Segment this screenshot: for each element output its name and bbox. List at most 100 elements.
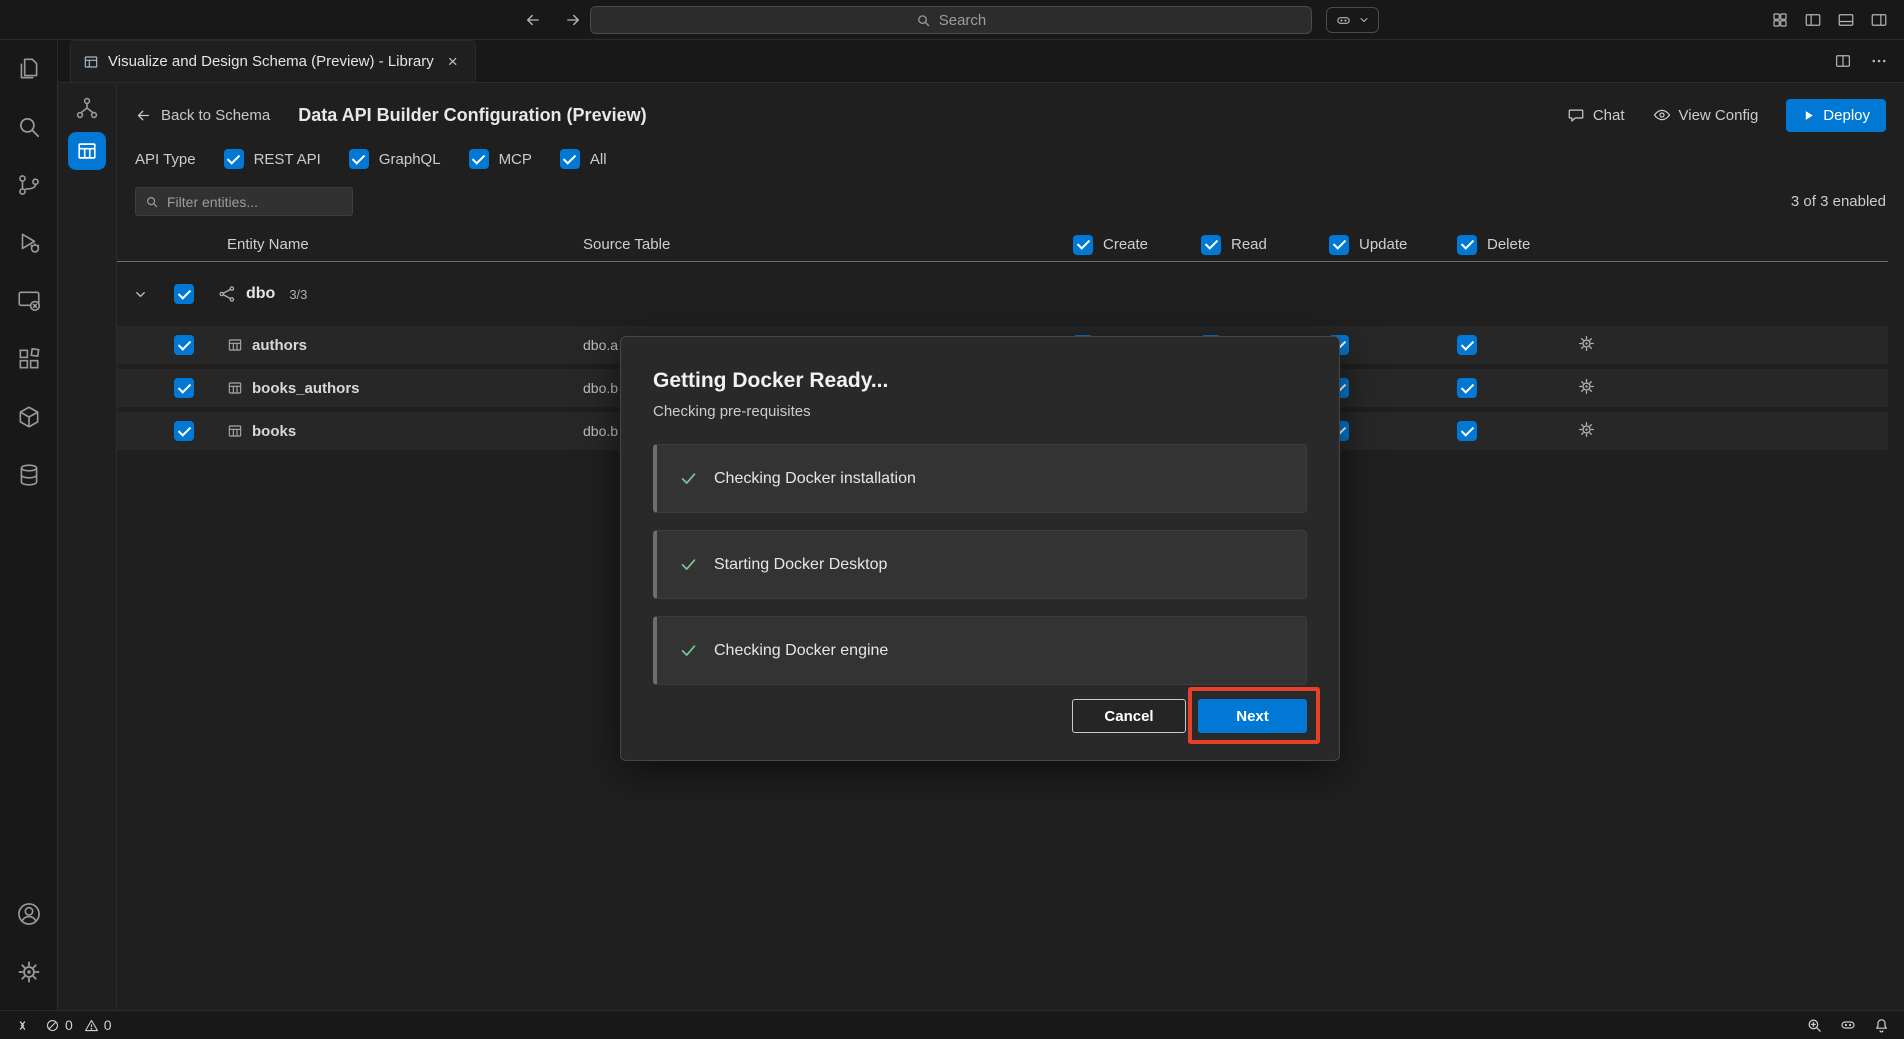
entity-name: books <box>252 423 296 440</box>
explorer-icon[interactable] <box>5 45 53 93</box>
create-header: Create <box>1057 235 1185 255</box>
search-view-icon[interactable] <box>5 103 53 151</box>
read-all-checkbox[interactable] <box>1201 235 1221 255</box>
entity-name: authors <box>252 337 307 354</box>
graphql-checkbox[interactable] <box>349 149 369 169</box>
row-select-checkbox[interactable] <box>174 378 194 398</box>
command-center-search[interactable]: Search <box>590 6 1312 34</box>
delete-all-checkbox[interactable] <box>1457 235 1477 255</box>
extensions-icon[interactable] <box>5 335 53 383</box>
tab-label: Visualize and Design Schema (Preview) - … <box>108 53 434 70</box>
step-success-check-icon <box>679 641 698 660</box>
read-header: Read <box>1185 235 1313 255</box>
read-header-label: Read <box>1231 236 1267 253</box>
group-count: 3/3 <box>289 287 307 302</box>
step-docker-desktop: Starting Docker Desktop <box>653 530 1307 599</box>
schema-share-icon <box>218 285 236 303</box>
history-back-icon[interactable] <box>522 9 544 31</box>
title-bar: Search <box>0 0 1904 40</box>
view-switcher <box>58 83 117 1010</box>
cancel-button[interactable]: Cancel <box>1072 699 1186 733</box>
group-name: dbo <box>246 285 275 303</box>
copilot-icon <box>1335 12 1352 29</box>
delete-checkbox[interactable] <box>1457 378 1477 398</box>
all-option: All <box>560 149 607 169</box>
database-projects-icon[interactable] <box>5 451 53 499</box>
step-success-check-icon <box>679 469 698 488</box>
editor-tab-bar: Visualize and Design Schema (Preview) - … <box>58 40 1904 83</box>
settings-gear-icon[interactable] <box>5 948 53 996</box>
dialog-subtitle: Checking pre-requisites <box>653 403 1307 420</box>
copilot-status-icon[interactable] <box>1839 1016 1857 1034</box>
copilot-menu-button[interactable] <box>1326 7 1379 33</box>
history-forward-icon[interactable] <box>562 9 584 31</box>
delete-checkbox[interactable] <box>1457 421 1477 441</box>
dialog-title: Getting Docker Ready... <box>653 369 1307 393</box>
editor-more-actions-icon[interactable] <box>1870 52 1888 70</box>
chevron-down-icon <box>1358 14 1370 26</box>
back-arrow-icon <box>135 107 152 124</box>
deploy-label: Deploy <box>1823 107 1870 124</box>
search-placeholder: Search <box>939 12 987 29</box>
row-select-checkbox[interactable] <box>174 335 194 355</box>
api-type-label: API Type <box>135 151 196 168</box>
accounts-icon[interactable] <box>5 890 53 938</box>
schema-designer-view-icon[interactable] <box>72 93 102 123</box>
all-checkbox[interactable] <box>560 149 580 169</box>
rest-api-checkbox[interactable] <box>224 149 244 169</box>
create-all-checkbox[interactable] <box>1073 235 1093 255</box>
table-icon <box>227 337 243 353</box>
filter-entities-input[interactable] <box>167 194 348 210</box>
row-select-checkbox[interactable] <box>174 421 194 441</box>
group-select-checkbox[interactable] <box>174 284 194 304</box>
entity-name-header: Entity Name <box>205 236 583 253</box>
activity-bar <box>0 40 58 1010</box>
screencast-zoom-icon[interactable] <box>1806 1017 1823 1034</box>
chevron-down-icon[interactable] <box>117 287 163 302</box>
page-title: Data API Builder Configuration (Preview) <box>298 105 646 126</box>
chat-button[interactable]: Chat <box>1567 106 1625 124</box>
dab-config-view-icon[interactable] <box>68 132 106 170</box>
tab-schema-icon <box>83 54 99 70</box>
split-editor-icon[interactable] <box>1834 52 1852 70</box>
update-header-label: Update <box>1359 236 1407 253</box>
source-control-icon[interactable] <box>5 161 53 209</box>
warning-icon <box>84 1018 99 1033</box>
run-debug-icon[interactable] <box>5 219 53 267</box>
tab-visualize-design-schema[interactable]: Visualize and Design Schema (Preview) - … <box>70 40 476 82</box>
create-header-label: Create <box>1103 236 1148 253</box>
schema-group-row[interactable]: dbo 3/3 <box>117 262 1888 326</box>
deploy-button[interactable]: Deploy <box>1786 99 1886 132</box>
table-icon <box>227 380 243 396</box>
notifications-bell-icon[interactable] <box>1873 1017 1890 1034</box>
row-settings-gear-icon[interactable] <box>1577 334 1596 353</box>
status-bar: 0 0 <box>0 1010 1904 1039</box>
mcp-label: MCP <box>499 151 532 168</box>
error-count: 0 <box>65 1017 73 1033</box>
tab-close-icon[interactable]: × <box>443 52 463 72</box>
container-tools-icon[interactable] <box>5 393 53 441</box>
error-icon <box>45 1018 60 1033</box>
mcp-checkbox[interactable] <box>469 149 489 169</box>
customize-layout-icon[interactable] <box>1771 11 1789 29</box>
toggle-secondary-sidebar-icon[interactable] <box>1870 11 1888 29</box>
toggle-primary-sidebar-icon[interactable] <box>1804 11 1822 29</box>
back-to-schema-label: Back to Schema <box>161 107 270 124</box>
enabled-count: 3 of 3 enabled <box>1791 193 1886 210</box>
all-label: All <box>590 151 607 168</box>
view-config-button[interactable]: View Config <box>1653 106 1759 124</box>
next-button[interactable]: Next <box>1198 699 1307 733</box>
delete-checkbox[interactable] <box>1457 335 1477 355</box>
back-to-schema-link[interactable]: Back to Schema <box>135 107 270 124</box>
step-docker-engine: Checking Docker engine <box>653 616 1307 685</box>
filter-search-icon <box>145 195 159 209</box>
row-settings-gear-icon[interactable] <box>1577 377 1596 396</box>
warning-count: 0 <box>104 1017 112 1033</box>
delete-header-label: Delete <box>1487 236 1530 253</box>
remote-explorer-icon[interactable] <box>5 277 53 325</box>
update-all-checkbox[interactable] <box>1329 235 1349 255</box>
problems-indicator[interactable]: 0 0 <box>45 1017 112 1033</box>
row-settings-gear-icon[interactable] <box>1577 420 1596 439</box>
toggle-panel-icon[interactable] <box>1837 11 1855 29</box>
remote-indicator[interactable] <box>14 1017 31 1034</box>
